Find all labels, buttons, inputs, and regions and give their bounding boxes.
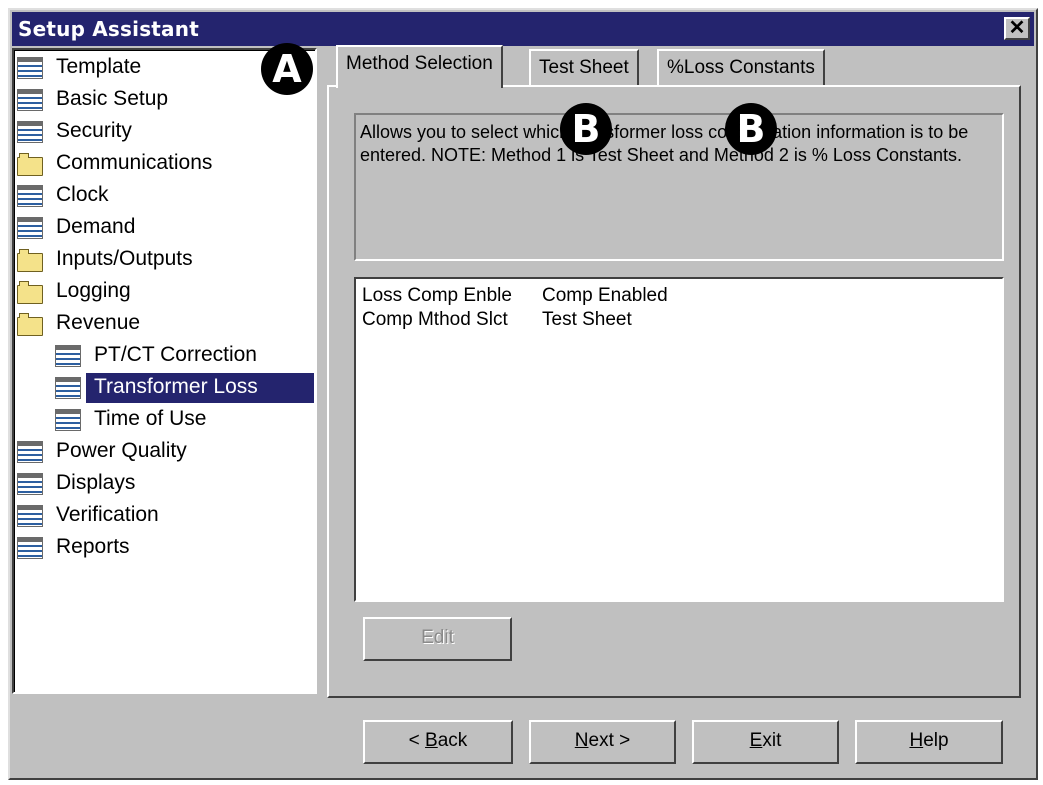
help-label: elp: [923, 730, 949, 751]
folder-icon: [17, 281, 43, 304]
setting-value: Comp Enabled: [542, 285, 668, 306]
document-icon: [17, 57, 43, 79]
document-icon: [17, 121, 43, 143]
folder-tab-icon: [19, 313, 29, 318]
document-icon: [17, 217, 43, 239]
tree-item-basic-setup[interactable]: Basic Setup: [14, 85, 314, 115]
close-button[interactable]: ✕: [1004, 17, 1030, 40]
tree-item-label: Time of Use: [94, 407, 207, 430]
tree-item-security[interactable]: Security: [14, 117, 314, 147]
window-title: Setup Assistant: [18, 17, 199, 41]
close-icon: ✕: [1008, 17, 1026, 39]
document-icon: [55, 345, 81, 367]
back-accesskey: B: [425, 730, 438, 751]
tree-item-communications[interactable]: Communications: [14, 149, 314, 179]
tree-item-label: Communications: [56, 151, 213, 174]
document-icon: [17, 473, 43, 495]
setting-key: Comp Mthod Slct: [362, 309, 508, 330]
tree-item-label: Revenue: [56, 311, 141, 334]
callout-b-loss-constants: B: [725, 103, 777, 155]
tree-item-displays[interactable]: Displays: [14, 469, 314, 499]
tree-item-label: Reports: [56, 535, 130, 558]
tree-item-power-quality[interactable]: Power Quality: [14, 437, 314, 467]
tree-item-label: Logging: [56, 279, 131, 302]
back-prefix: <: [408, 730, 426, 751]
next-button[interactable]: Next >: [529, 720, 676, 764]
tree-item-verification[interactable]: Verification: [14, 501, 314, 531]
document-icon: [17, 505, 43, 527]
tree-item-demand[interactable]: Demand: [14, 213, 314, 243]
tree-item-label: Security: [56, 119, 132, 142]
exit-label: xit: [762, 730, 782, 751]
tree-item-inputs-outputs[interactable]: Inputs/Outputs: [14, 245, 314, 275]
tree-item-label: Template: [56, 55, 142, 78]
tree-item-time-of-use[interactable]: Time of Use: [14, 405, 314, 435]
tree-item-revenue[interactable]: Revenue: [14, 309, 314, 339]
tree-item-label: Verification: [56, 503, 159, 526]
folder-tab-icon: [19, 153, 29, 158]
next-accesskey: N: [574, 730, 589, 751]
exit-accesskey: E: [749, 730, 763, 751]
tab-test-sheet[interactable]: Test Sheet: [529, 49, 639, 87]
tree-item-label: Clock: [56, 183, 109, 206]
back-label: ack: [437, 730, 468, 751]
document-icon: [55, 409, 81, 431]
back-button[interactable]: < Back: [363, 720, 513, 764]
help-accesskey: H: [909, 730, 924, 751]
document-icon: [17, 441, 43, 463]
tree-item-label: Transformer Loss: [94, 375, 258, 398]
document-icon: [17, 185, 43, 207]
folder-icon: [17, 249, 43, 272]
folder-icon: [17, 153, 43, 176]
document-icon: [17, 537, 43, 559]
edit-button[interactable]: Edit: [363, 617, 512, 661]
callout-b-test-sheet: B: [560, 103, 612, 155]
document-icon: [17, 89, 43, 111]
tree-item-label: Demand: [56, 215, 136, 238]
setting-key: Loss Comp Enble: [362, 285, 512, 306]
folder-tab-icon: [19, 281, 29, 286]
tree-item-clock[interactable]: Clock: [14, 181, 314, 211]
callout-a: A: [261, 43, 313, 95]
tree-item-transformer-loss[interactable]: Transformer Loss: [14, 373, 314, 403]
tab-method-selection[interactable]: Method Selection: [336, 45, 503, 88]
tree-item-logging[interactable]: Logging: [14, 277, 314, 307]
description-text: Allows you to select which transformer l…: [354, 113, 1004, 261]
tree-item-label: Basic Setup: [56, 87, 169, 110]
tree-item-reports[interactable]: Reports: [14, 533, 314, 563]
navigation-tree[interactable]: Template Basic Setup Security Communication…: [12, 48, 317, 694]
help-button[interactable]: Help: [855, 720, 1003, 764]
folder-icon: [17, 313, 43, 336]
tree-item-label: Inputs/Outputs: [56, 247, 193, 270]
setting-value: Test Sheet: [542, 309, 632, 330]
tab-loss-constants[interactable]: %Loss Constants: [657, 49, 825, 87]
tree-item-label: PT/CT Correction: [94, 343, 257, 366]
tree-item-pt-ct-correction[interactable]: PT/CT Correction: [14, 341, 314, 371]
title-bar: Setup Assistant ✕: [12, 12, 1034, 46]
next-label: ext >: [588, 730, 631, 751]
exit-button[interactable]: Exit: [692, 720, 839, 764]
settings-list[interactable]: Loss Comp Enble Comp Enabled Comp Mthod …: [354, 277, 1004, 602]
document-icon: [55, 377, 81, 399]
tree-item-label: Power Quality: [56, 439, 187, 462]
folder-tab-icon: [19, 249, 29, 254]
tree-item-label: Displays: [56, 471, 136, 494]
